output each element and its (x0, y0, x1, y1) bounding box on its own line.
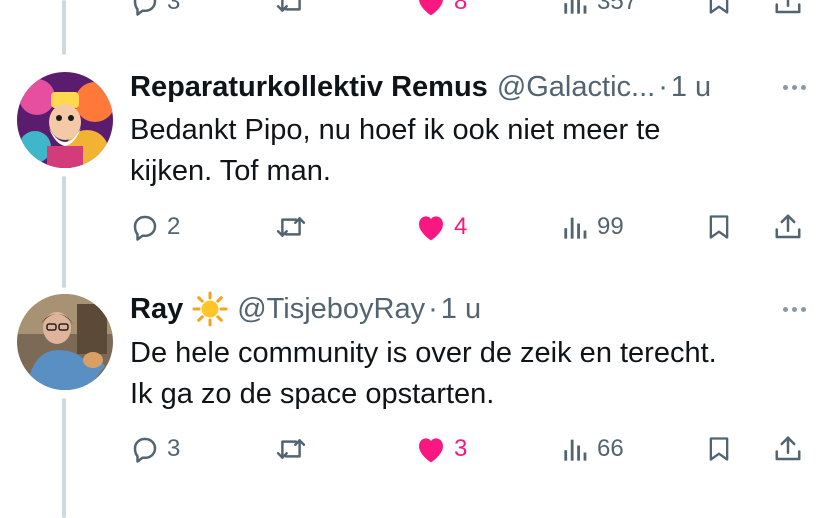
bookmark-icon (709, 215, 729, 239)
view-count: 357 (597, 0, 638, 15)
views-button[interactable]: 99 (562, 207, 624, 247)
like-count: 8 (454, 0, 468, 15)
heart-icon (419, 0, 443, 16)
like-button[interactable]: 4 (415, 207, 467, 247)
share-icon (775, 214, 801, 239)
retweet-button[interactable] (275, 0, 307, 22)
sun-icon (192, 291, 228, 327)
bookmark-icon (709, 437, 729, 461)
view-count: 99 (597, 213, 624, 240)
reply-count: 3 (167, 0, 181, 15)
thread-line-top (62, 0, 66, 55)
views-icon (564, 217, 587, 239)
like-count: 4 (454, 213, 468, 240)
bookmark-icon (709, 0, 729, 14)
display-name[interactable]: Ray (130, 293, 183, 326)
top-tweet-actions: 3 8 357 (130, 0, 810, 22)
view-count: 66 (597, 435, 624, 462)
more-dot-icon (783, 85, 788, 90)
like-count: 3 (454, 435, 468, 462)
reply-icon (133, 215, 157, 241)
separator-dot: · (658, 70, 668, 103)
user-handle[interactable]: @TisjeboyRay (237, 293, 425, 326)
like-button[interactable]: 8 (415, 0, 467, 22)
retweet-icon (276, 217, 306, 237)
views-button[interactable]: 357 (562, 0, 637, 22)
tweet-text: De hele community is over de zeik en ter… (130, 333, 810, 415)
timestamp[interactable]: 1 u (441, 293, 481, 326)
bookmark-button[interactable] (705, 0, 733, 22)
reply-button[interactable]: 3 (130, 429, 180, 469)
user-handle[interactable]: @Galactic... (497, 71, 655, 104)
timestamp[interactable]: 1 u (671, 71, 711, 104)
views-icon (564, 439, 587, 461)
thread-line-middle (62, 176, 66, 288)
more-dot-icon (783, 307, 788, 312)
share-button[interactable] (773, 429, 803, 469)
tweet-actions: 2 4 99 (130, 207, 810, 247)
retweet-icon (276, 439, 306, 459)
retweet-icon (276, 0, 301, 12)
more-dot-icon (792, 85, 797, 90)
reply-count: 2 (167, 213, 181, 240)
reply-button[interactable]: 3 (130, 0, 180, 22)
like-button[interactable]: 3 (415, 429, 467, 469)
heart-icon (419, 216, 443, 241)
more-dot-icon (801, 85, 806, 90)
tweet-header: Reparaturkollektiv Remus @Galactic... · … (130, 69, 711, 105)
retweet-button[interactable] (275, 429, 307, 469)
separator-dot: · (428, 292, 438, 325)
tweet-text-line: De hele community is over de zeik en ter… (130, 337, 717, 369)
views-button[interactable]: 66 (562, 429, 624, 469)
share-button[interactable] (773, 0, 803, 22)
reply-button[interactable]: 2 (130, 207, 180, 247)
share-icon (775, 436, 801, 461)
share-icon (775, 0, 801, 14)
tweet-text: Bedankt Pipo, nu hoef ik ook niet meer t… (130, 110, 810, 192)
views-icon (564, 0, 587, 14)
bookmark-button[interactable] (705, 207, 733, 247)
share-button[interactable] (773, 207, 803, 247)
reply-icon (133, 437, 157, 463)
thread-line-bottom (62, 398, 66, 518)
tweet-text-line: Ik ga zo de space opstarten. (130, 378, 495, 410)
more-options-button[interactable] (783, 85, 806, 90)
reply-icon (133, 0, 157, 16)
display-name[interactable]: Reparaturkollektiv Remus (130, 71, 488, 104)
heart-icon (419, 438, 443, 463)
tweet-actions: 3 3 66 (130, 429, 810, 469)
reply-count: 3 (167, 435, 181, 462)
retweet-button[interactable] (275, 207, 307, 247)
tweet-header: Ray @TisjeboyRay · 1 u (130, 291, 481, 327)
more-dot-icon (801, 307, 806, 312)
more-dot-icon (792, 307, 797, 312)
tweet-text-line: kijken. Tof man. (130, 155, 331, 187)
avatar[interactable] (17, 294, 113, 390)
avatar[interactable] (17, 72, 113, 168)
more-options-button[interactable] (783, 307, 806, 312)
tweet-text-line: Bedankt Pipo, nu hoef ik ook niet meer t… (130, 114, 661, 146)
bookmark-button[interactable] (705, 429, 733, 469)
